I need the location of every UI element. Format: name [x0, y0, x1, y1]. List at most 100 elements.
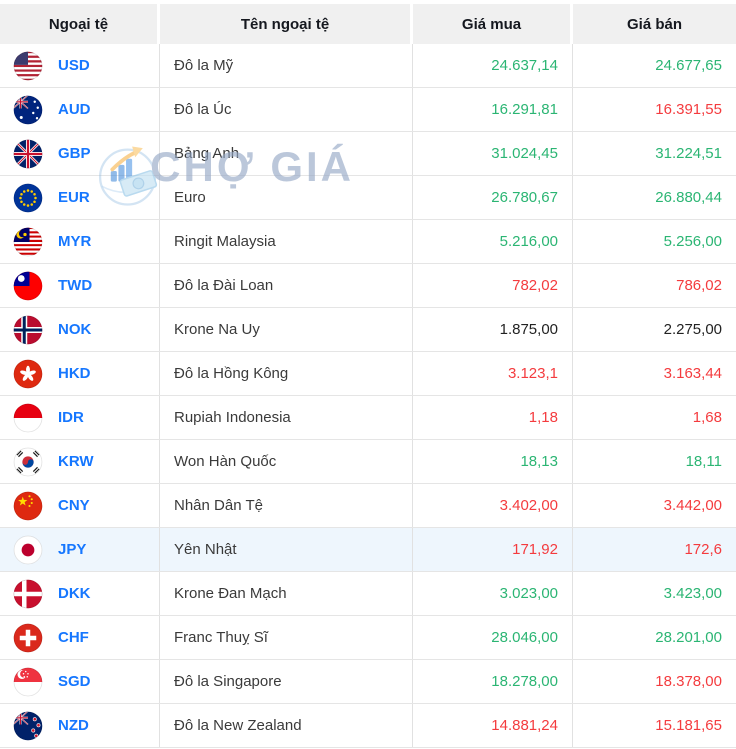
buy-price: 31.024,45	[413, 132, 573, 175]
sgd-flag-icon	[13, 667, 43, 697]
currency-code-link[interactable]: CNY	[58, 497, 90, 514]
column-header-currency: Ngoại tệ	[0, 4, 160, 44]
currency-name: Bảng Anh	[160, 132, 413, 175]
buy-price: 1,18	[413, 396, 573, 439]
sell-price: 18.378,00	[655, 673, 722, 690]
currency-row-twd[interactable]: TWD Đô la Đài Loan 782,02 786,02	[0, 264, 736, 308]
buy-price: 1.875,00	[413, 308, 573, 351]
jpy-flag-icon	[13, 535, 43, 565]
currency-name: Rupiah Indonesia	[160, 396, 413, 439]
currency-cell: KRW	[0, 440, 160, 483]
buy-price: 14.881,24	[413, 704, 573, 747]
buy-price: 24.637,14	[413, 44, 573, 87]
currency-name: Won Hàn Quốc	[160, 440, 413, 483]
currency-code-link[interactable]: MYR	[58, 233, 91, 250]
buy-price: 16.291,81	[413, 88, 573, 131]
dkk-flag-icon	[13, 579, 43, 609]
currency-code-link[interactable]: NOK	[58, 321, 91, 338]
sell-price: 24.677,65	[655, 57, 722, 74]
currency-cell: JPY	[0, 528, 160, 571]
currency-row-jpy[interactable]: JPY Yên Nhật 171,92 172,6	[0, 528, 736, 572]
currency-row-dkk[interactable]: DKK Krone Đan Mạch 3.023,00 3.423,00	[0, 572, 736, 616]
sell-price: 28.201,00	[655, 629, 722, 646]
eur-flag-icon	[13, 183, 43, 213]
currency-row-krw[interactable]: KRW Won Hàn Quốc 18,13 18,11	[0, 440, 736, 484]
twd-flag-icon	[13, 271, 43, 301]
buy-price: 3.123,1	[413, 352, 573, 395]
currency-row-hkd[interactable]: HKD Đô la Hồng Kông 3.123,1 3.163,44	[0, 352, 736, 396]
column-header-sell: Giá bán	[573, 4, 736, 44]
currency-cell: NZD	[0, 704, 160, 747]
currency-cell: NOK	[0, 308, 160, 351]
buy-price: 28.046,00	[413, 616, 573, 659]
sell-price: 172,6	[684, 541, 722, 558]
currency-code-link[interactable]: TWD	[58, 277, 92, 294]
currency-cell: SGD	[0, 660, 160, 703]
currency-row-nzd[interactable]: NZD Đô la New Zealand 14.881,24 15.181,65	[0, 704, 736, 748]
currency-code-link[interactable]: EUR	[58, 189, 90, 206]
buy-price: 782,02	[413, 264, 573, 307]
currency-row-idr[interactable]: IDR Rupiah Indonesia 1,18 1,68	[0, 396, 736, 440]
buy-price: 171,92	[413, 528, 573, 571]
buy-price: 3.023,00	[413, 572, 573, 615]
chf-flag-icon	[13, 623, 43, 653]
currency-code-link[interactable]: DKK	[58, 585, 91, 602]
table-body: USD Đô la Mỹ 24.637,14 24.677,65 AUD Đô la Ú…	[0, 44, 736, 748]
currency-row-chf[interactable]: CHF Franc Thuỵ Sĩ 28.046,00 28.201,00	[0, 616, 736, 660]
sell-price: 26.880,44	[655, 189, 722, 206]
currency-row-cny[interactable]: CNY Nhân Dân Tệ 3.402,00 3.442,00	[0, 484, 736, 528]
nzd-flag-icon	[13, 711, 43, 741]
currency-row-eur[interactable]: EUR Euro 26.780,67 26.880,44	[0, 176, 736, 220]
currency-cell: MYR	[0, 220, 160, 263]
buy-price: 18.278,00	[413, 660, 573, 703]
currency-row-usd[interactable]: USD Đô la Mỹ 24.637,14 24.677,65	[0, 44, 736, 88]
currency-cell: GBP	[0, 132, 160, 175]
currency-code-link[interactable]: JPY	[58, 541, 86, 558]
currency-row-sgd[interactable]: SGD Đô la Singapore 18.278,00 18.378,00	[0, 660, 736, 704]
currency-code-link[interactable]: KRW	[58, 453, 94, 470]
currency-cell: HKD	[0, 352, 160, 395]
currency-name: Yên Nhật	[160, 528, 413, 571]
buy-price: 3.402,00	[413, 484, 573, 527]
column-header-buy: Giá mua	[413, 4, 573, 44]
currency-name: Ringit Malaysia	[160, 220, 413, 263]
currency-code-link[interactable]: NZD	[58, 717, 89, 734]
currency-code-link[interactable]: AUD	[58, 101, 91, 118]
hkd-flag-icon	[13, 359, 43, 389]
column-header-name: Tên ngoại tệ	[160, 4, 413, 44]
sell-price: 16.391,55	[655, 101, 722, 118]
currency-row-aud[interactable]: AUD Đô la Úc 16.291,81 16.391,55	[0, 88, 736, 132]
cny-flag-icon	[13, 491, 43, 521]
idr-flag-icon	[13, 403, 43, 433]
currency-name: Đô la Đài Loan	[160, 264, 413, 307]
sell-price: 3.442,00	[663, 497, 722, 514]
currency-code-link[interactable]: USD	[58, 57, 90, 74]
gbp-flag-icon	[13, 139, 43, 169]
currency-code-link[interactable]: GBP	[58, 145, 91, 162]
buy-price: 5.216,00	[413, 220, 573, 263]
table-header: Ngoại tệ Tên ngoại tệ Giá mua Giá bán	[0, 4, 736, 44]
currency-cell: IDR	[0, 396, 160, 439]
exchange-rate-table: Ngoại tệ Tên ngoại tệ Giá mua Giá bán US…	[0, 0, 736, 749]
currency-cell: AUD	[0, 88, 160, 131]
currency-cell: CNY	[0, 484, 160, 527]
currency-code-link[interactable]: HKD	[58, 365, 91, 382]
currency-name: Krone Đan Mạch	[160, 572, 413, 615]
sell-price: 15.181,65	[655, 717, 722, 734]
aud-flag-icon	[13, 95, 43, 125]
currency-row-gbp[interactable]: GBP Bảng Anh 31.024,45 31.224,51	[0, 132, 736, 176]
sell-price: 31.224,51	[655, 145, 722, 162]
sell-price: 1,68	[692, 409, 722, 426]
currency-row-nok[interactable]: NOK Krone Na Uy 1.875,00 2.275,00	[0, 308, 736, 352]
currency-row-myr[interactable]: MYR Ringit Malaysia 5.216,00 5.256,00	[0, 220, 736, 264]
currency-code-link[interactable]: IDR	[58, 409, 84, 426]
krw-flag-icon	[13, 447, 43, 477]
currency-code-link[interactable]: SGD	[58, 673, 91, 690]
currency-name: Đô la New Zealand	[160, 704, 413, 747]
currency-cell: CHF	[0, 616, 160, 659]
currency-name: Franc Thuỵ Sĩ	[160, 616, 413, 659]
currency-name: Euro	[160, 176, 413, 219]
nok-flag-icon	[13, 315, 43, 345]
currency-code-link[interactable]: CHF	[58, 629, 89, 646]
sell-price: 786,02	[676, 277, 722, 294]
